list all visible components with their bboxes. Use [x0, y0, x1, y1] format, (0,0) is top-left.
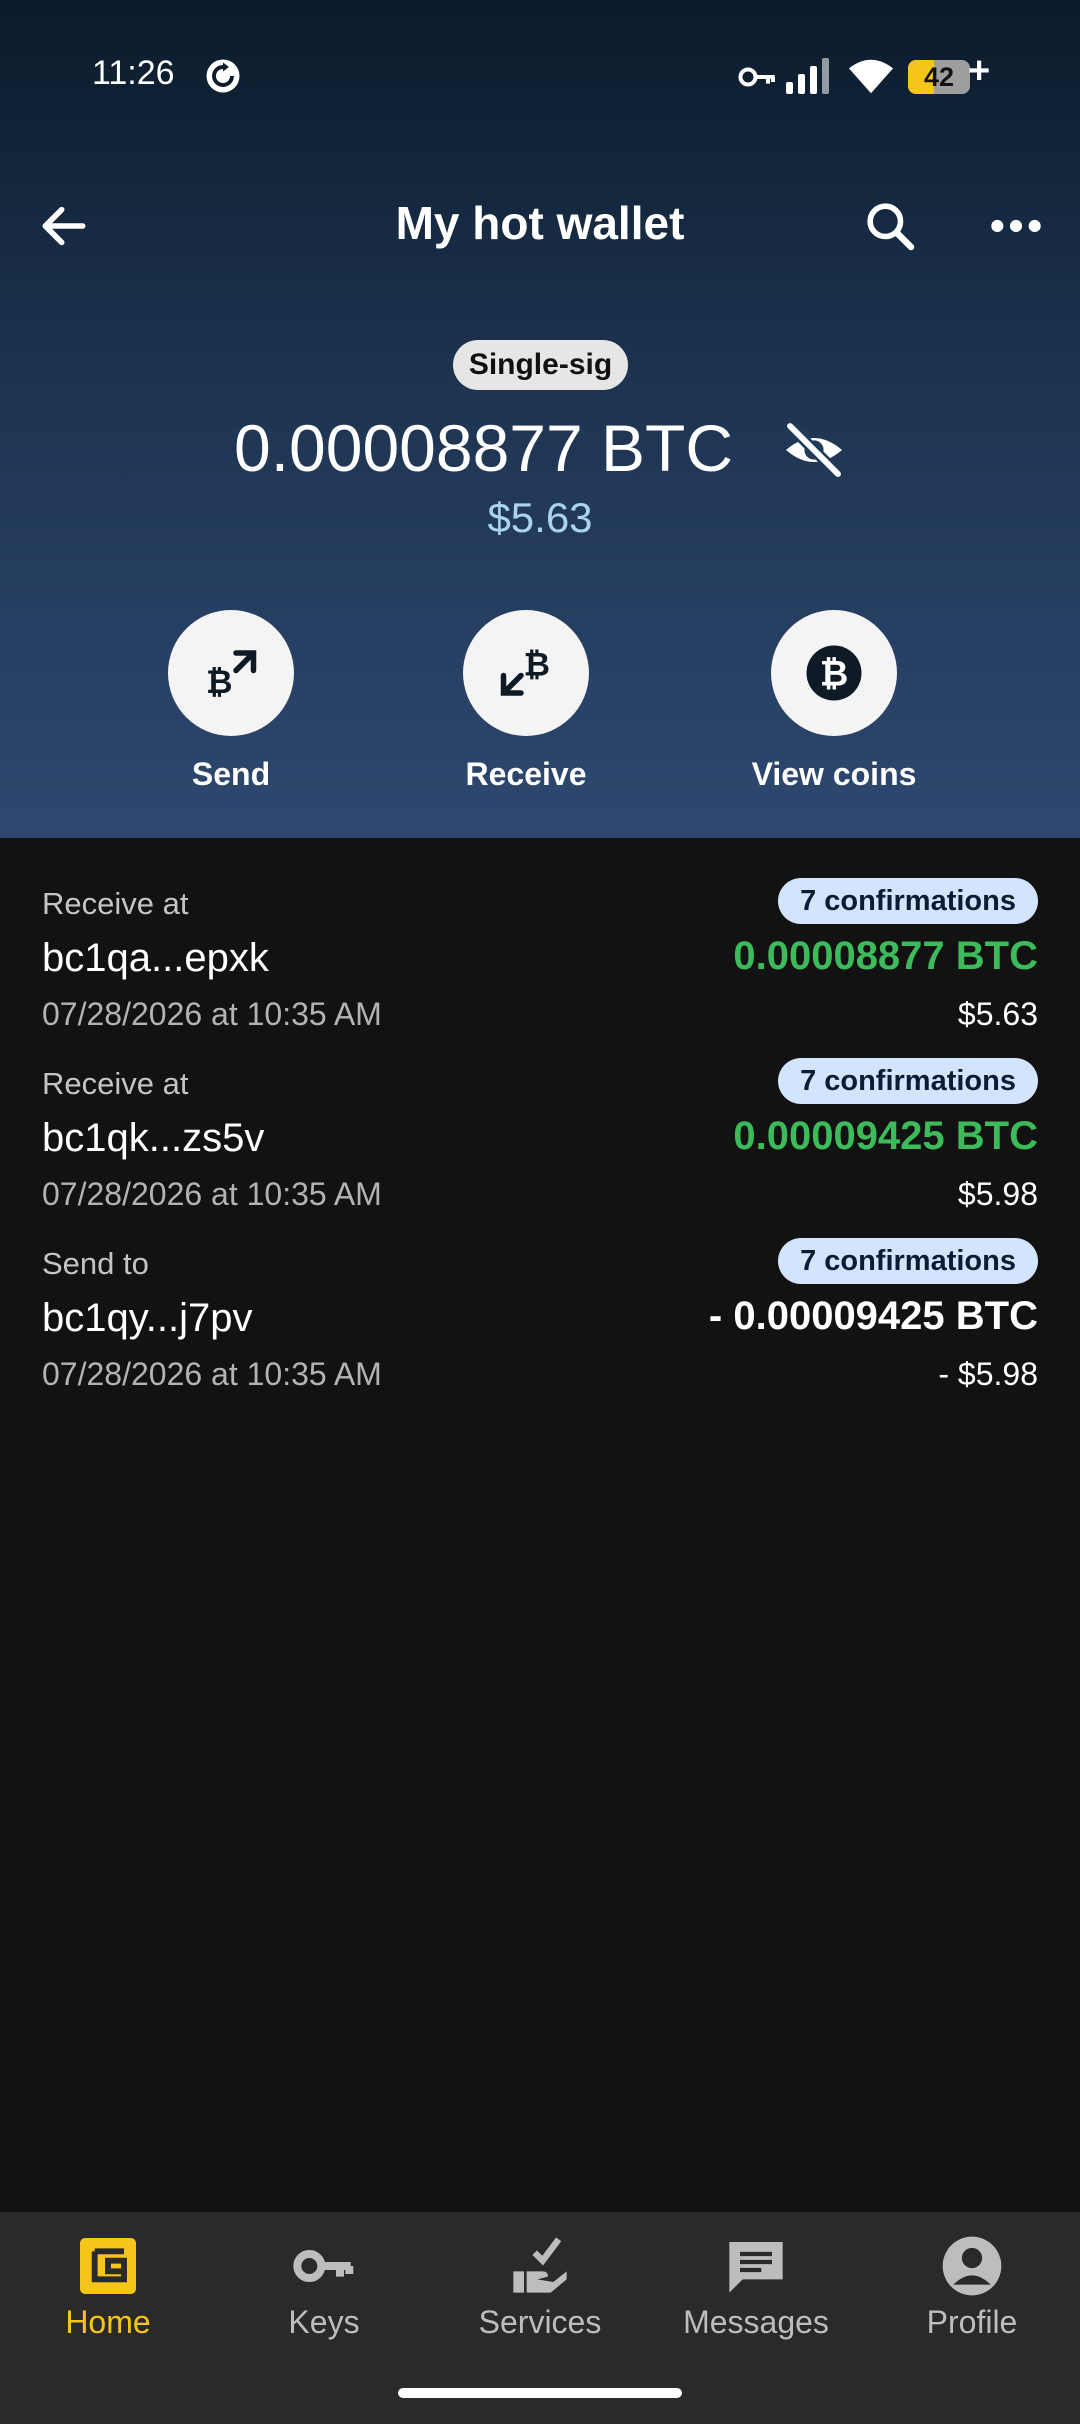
- transaction-amount: 0.00008877 BTC: [733, 934, 1038, 978]
- search-icon[interactable]: [862, 198, 918, 254]
- nav-home-label: Home: [65, 2304, 151, 2340]
- nav-messages-label: Messages: [683, 2304, 829, 2340]
- battery-indicator: 42: [908, 60, 970, 94]
- signal-icon: [786, 58, 829, 94]
- confirmations-badge: 7 confirmations: [778, 878, 1038, 924]
- home-indicator: [398, 2388, 682, 2398]
- transaction-fiat: $5.63: [957, 996, 1038, 1032]
- nav-keys-label: Keys: [288, 2304, 360, 2340]
- send-button[interactable]: ₿: [168, 610, 294, 736]
- confirmations-badge: 7 confirmations: [778, 1058, 1038, 1104]
- page-title: My hot wallet: [395, 197, 685, 249]
- view-coins-label: View coins: [751, 756, 917, 792]
- transaction-fiat: - $5.98: [938, 1356, 1038, 1392]
- transaction-address: bc1qk...zs5v: [42, 1116, 265, 1160]
- charging-icon: +: [968, 50, 991, 92]
- transaction-row[interactable]: Receive at bc1qk...zs5v 07/28/2026 at 10…: [0, 1046, 1080, 1226]
- sync-icon: [206, 59, 240, 93]
- svg-text:₿: ₿: [524, 646, 551, 684]
- view-coins-button[interactable]: ₿: [771, 610, 897, 736]
- hide-balance-icon[interactable]: [782, 418, 846, 482]
- bottom-navigation: Home Keys Services Messages Profile: [0, 2212, 1080, 2424]
- nav-messages[interactable]: Messages: [648, 2212, 864, 2362]
- wallet-icon: [80, 2238, 136, 2294]
- bitcoin-coin-icon: ₿: [806, 645, 862, 701]
- send-label: Send: [191, 756, 271, 792]
- receive-label: Receive: [465, 756, 587, 792]
- nav-services-label: Services: [478, 2304, 602, 2340]
- wallet-header: 11:26 42 + My hot wallet Single-sig 0.00…: [0, 0, 1080, 838]
- receive-button[interactable]: ₿: [463, 610, 589, 736]
- transaction-amount: - 0.00009425 BTC: [708, 1294, 1038, 1338]
- transaction-type: Receive at: [42, 886, 189, 921]
- transaction-row[interactable]: Receive at bc1qa...epxk 07/28/2026 at 10…: [0, 866, 1080, 1046]
- transaction-address: bc1qy...j7pv: [42, 1296, 253, 1340]
- wallet-type-badge: Single-sig: [453, 340, 628, 390]
- wallet-balance-fiat: $5.63: [487, 494, 593, 541]
- transaction-date: 07/28/2026 at 10:35 AM: [42, 1356, 382, 1392]
- transaction-row[interactable]: Send to bc1qy...j7pv 07/28/2026 at 10:35…: [0, 1226, 1080, 1406]
- status-time: 11:26: [92, 54, 175, 92]
- key-icon: [293, 2250, 354, 2282]
- message-icon: [729, 2242, 783, 2293]
- transaction-date: 07/28/2026 at 10:35 AM: [42, 1176, 382, 1212]
- nav-profile-label: Profile: [926, 2304, 1018, 2340]
- transaction-type: Send to: [42, 1246, 149, 1281]
- receive-bitcoin-icon: ₿: [500, 646, 551, 696]
- services-icon: [513, 2237, 567, 2293]
- status-bar: 11:26 42 +: [0, 0, 1080, 150]
- transaction-date: 07/28/2026 at 10:35 AM: [42, 996, 382, 1032]
- vpn-key-icon: [738, 67, 775, 87]
- nav-keys[interactable]: Keys: [216, 2212, 432, 2362]
- wifi-icon: [848, 59, 894, 94]
- transaction-amount: 0.00009425 BTC: [733, 1114, 1038, 1158]
- nav-home[interactable]: Home: [0, 2212, 216, 2362]
- svg-text:₿: ₿: [820, 655, 849, 695]
- profile-icon: [942, 2236, 1002, 2296]
- more-options-icon[interactable]: [986, 198, 1046, 254]
- transaction-fiat: $5.98: [957, 1176, 1038, 1212]
- transaction-address: bc1qa...epxk: [42, 936, 269, 980]
- nav-profile[interactable]: Profile: [864, 2212, 1080, 2362]
- nav-services[interactable]: Services: [432, 2212, 648, 2362]
- send-bitcoin-icon: ₿: [206, 650, 257, 701]
- wallet-balance: 0.00008877 BTC: [234, 411, 734, 485]
- svg-text:₿: ₿: [206, 663, 233, 701]
- battery-level-text: 42: [923, 62, 955, 92]
- transaction-type: Receive at: [42, 1066, 189, 1101]
- confirmations-badge: 7 confirmations: [778, 1238, 1038, 1284]
